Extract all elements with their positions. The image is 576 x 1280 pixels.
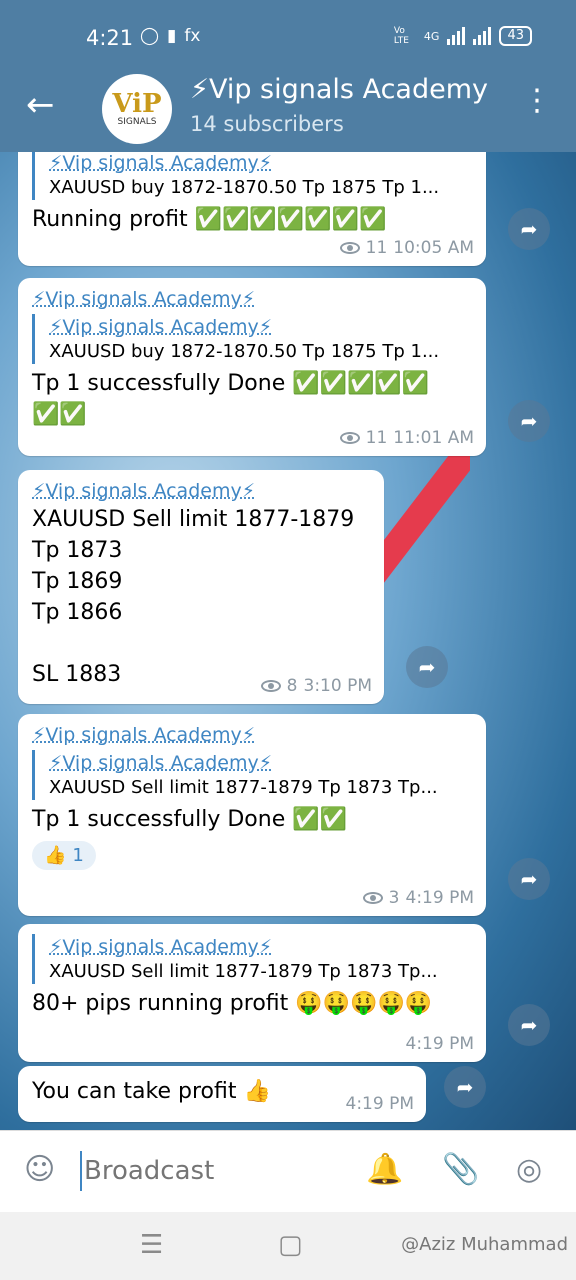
share-icon[interactable]: ➦ [508, 858, 550, 900]
watermark-text: @Aziz Muhammad [401, 1234, 568, 1255]
quote-sender: ⚡Vip signals Academy⚡ [49, 936, 273, 958]
avatar-logo-text: ViP [112, 89, 162, 119]
quote-sender: ⚡Vip signals Academy⚡ [49, 752, 273, 774]
message-meta: 8 3:10 PM [260, 676, 373, 696]
channel-title[interactable]: ⚡Vip signals Academy [190, 74, 496, 105]
fx-icon: fx [184, 26, 201, 46]
avatar-logo-subtext: SIGNALS [117, 117, 157, 127]
reply-quote[interactable]: ⚡Vip signals Academy⚡ XAUUSD buy 1872-18… [32, 152, 474, 200]
reaction-chip[interactable]: 👍 1 [32, 841, 96, 870]
message-time: 3:10 PM [303, 676, 373, 696]
share-icon[interactable]: ➦ [508, 1004, 550, 1046]
quote-sender: ⚡Vip signals Academy⚡ [49, 316, 273, 338]
message-time: 4:19 PM [345, 1094, 415, 1114]
bell-icon[interactable]: 🔔 [366, 1153, 403, 1187]
message-meta: 11 11:01 AM [339, 428, 474, 448]
message-time: 4:19 PM [405, 888, 475, 908]
message-text: 80+ pips running profit 🤑🤑🤑🤑🤑 [32, 991, 433, 1016]
message-bubble[interactable]: You can take profit 👍 4:19 PM [18, 1066, 426, 1122]
back-arrow-icon[interactable]: ← [26, 88, 55, 122]
recents-icon[interactable]: ☰ [140, 1230, 163, 1260]
quote-sender: ⚡Vip signals Academy⚡ [49, 152, 273, 174]
view-count: 8 [286, 676, 298, 696]
message-sender[interactable]: ⚡Vip signals Academy⚡ [32, 722, 474, 748]
quote-text: XAUUSD buy 1872-1870.50 Tp 1875 Tp 1... [49, 341, 440, 362]
quote-text: XAUUSD Sell limit 1877-1879 Tp 1873 Tp..… [49, 777, 438, 798]
home-icon[interactable]: ▢ [278, 1230, 303, 1260]
system-icons: Vo LTE 4G 43 [394, 26, 532, 46]
message-time: 4:19 PM [405, 1034, 475, 1054]
message-bubble[interactable]: ⚡Vip signals Academy⚡ ⚡Vip signals Acade… [18, 278, 486, 456]
notification-icons: ◯ ▮ fx [140, 26, 200, 46]
channel-avatar[interactable]: ViP SIGNALS [102, 74, 172, 144]
network-type: 4G [423, 29, 440, 43]
message-text: Tp 1 successfully Done ✅✅✅✅✅ ✅✅ [32, 371, 430, 427]
status-bar: 4:21 ◯ ▮ fx Vo LTE 4G 43 [0, 0, 576, 70]
attachment-icon[interactable]: 📎 [442, 1153, 479, 1187]
message-meta: 3 4:19 PM [362, 888, 475, 908]
share-icon[interactable]: ➦ [508, 400, 550, 442]
broadcast-input[interactable] [80, 1151, 340, 1191]
subscriber-count: 14 subscribers [190, 112, 344, 136]
message-bubble[interactable]: ⚡Vip signals Academy⚡ XAUUSD Sell limit … [18, 470, 384, 704]
views-icon [339, 242, 360, 254]
status-time: 4:21 [86, 26, 134, 50]
chat-area[interactable]: ⚡Vip signals Academy⚡ XAUUSD buy 1872-18… [0, 152, 576, 1130]
reply-quote[interactable]: ⚡Vip signals Academy⚡ XAUUSD buy 1872-18… [32, 314, 474, 364]
views-icon [260, 680, 281, 692]
emoji-icon[interactable]: ☺ [24, 1153, 55, 1187]
reply-quote[interactable]: ⚡Vip signals Academy⚡ XAUUSD Sell limit … [32, 934, 474, 984]
quote-text: XAUUSD Sell limit 1877-1879 Tp 1873 Tp..… [49, 961, 438, 982]
message-time: 10:05 AM [393, 238, 474, 258]
message-sender[interactable]: ⚡Vip signals Academy⚡ [32, 478, 372, 504]
reaction-count: 1 [72, 845, 84, 866]
view-count: 11 [365, 238, 388, 258]
views-icon [339, 432, 360, 444]
volte-icon: Vo LTE [393, 26, 409, 46]
message-text: XAUUSD Sell limit 1877-1879 Tp 1873 Tp 1… [32, 507, 355, 687]
message-sender[interactable]: ⚡Vip signals Academy⚡ [32, 286, 474, 312]
message-time: 11:01 AM [393, 428, 474, 448]
message-meta: 4:19 PM [346, 1094, 415, 1114]
system-nav-bar: ☰ ▢ @Aziz Muhammad [0, 1212, 576, 1280]
channel-header: ← ViP SIGNALS ⚡Vip signals Academy 14 su… [0, 70, 576, 152]
camera-icon[interactable]: ◎ [516, 1153, 542, 1187]
share-icon[interactable]: ➦ [444, 1066, 486, 1108]
message-meta: 4:19 PM [406, 1034, 475, 1054]
message-meta: 11 10:05 AM [339, 238, 474, 258]
file-icon: ▮ [167, 26, 177, 46]
view-count: 11 [365, 428, 388, 448]
view-count: 3 [388, 888, 400, 908]
share-icon[interactable]: ➦ [406, 646, 448, 688]
message-bubble[interactable]: ⚡Vip signals Academy⚡ XAUUSD Sell limit … [18, 924, 486, 1062]
whatsapp-icon: ◯ [140, 26, 160, 46]
battery-icon: 43 [499, 26, 532, 46]
thumbs-up-icon: 👍 [44, 845, 67, 866]
reply-quote[interactable]: ⚡Vip signals Academy⚡ XAUUSD Sell limit … [32, 750, 474, 800]
share-icon[interactable]: ➦ [508, 208, 550, 250]
message-composer: ☺ 🔔 📎 ◎ [0, 1130, 576, 1212]
message-text: Tp 1 successfully Done ✅✅ [32, 807, 348, 832]
quote-text: XAUUSD buy 1872-1870.50 Tp 1875 Tp 1... [49, 177, 440, 198]
message-bubble[interactable]: ⚡Vip signals Academy⚡ ⚡Vip signals Acade… [18, 714, 486, 916]
signal-icon [447, 27, 466, 45]
more-vert-icon[interactable]: ⋮ [522, 86, 552, 116]
views-icon [362, 892, 383, 904]
message-bubble[interactable]: ⚡Vip signals Academy⚡ XAUUSD buy 1872-18… [18, 152, 486, 266]
message-text: Running profit ✅✅✅✅✅✅✅ [32, 207, 387, 232]
signal-icon-2 [473, 27, 492, 45]
